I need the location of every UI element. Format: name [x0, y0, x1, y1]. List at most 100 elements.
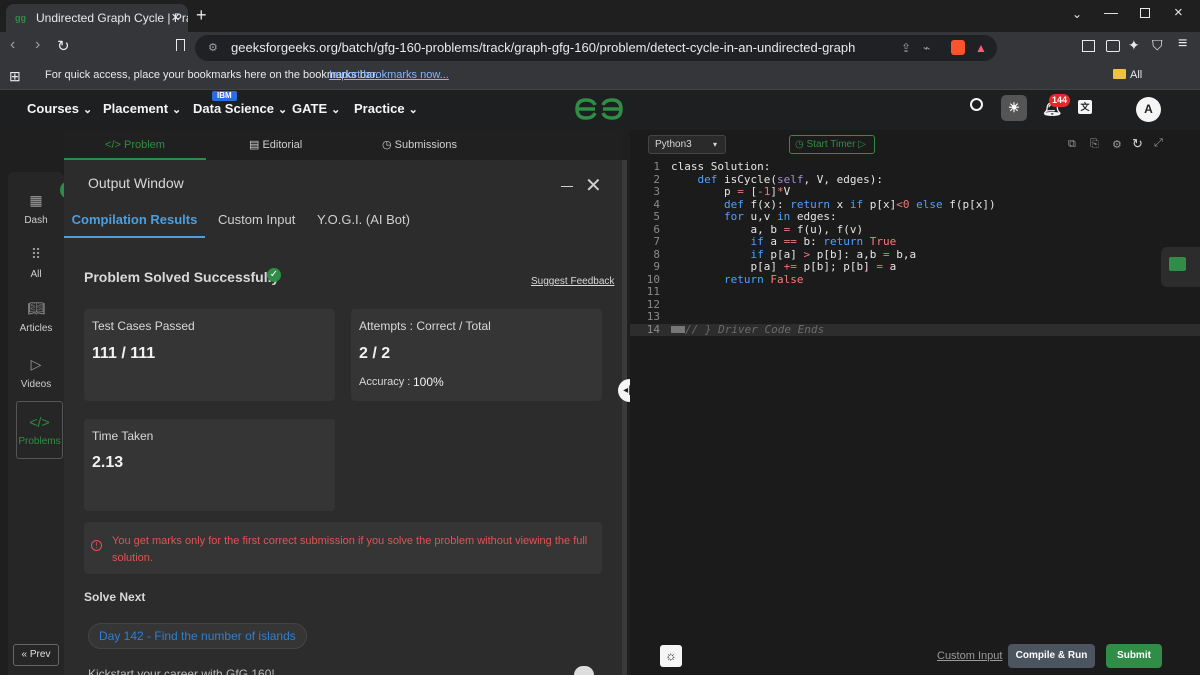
window-close-icon[interactable]: × [1174, 4, 1183, 21]
site-info-icon[interactable]: ⚙ [208, 35, 218, 61]
browser-tab-bar: ɡɡ Undirected Graph Cycle | Practi × + ⌄… [0, 0, 1200, 32]
line-number: 11 [646, 285, 660, 298]
nav-data-science[interactable]: Data Science ⌄ [193, 101, 287, 116]
menu-icon[interactable]: ≡ [1178, 35, 1187, 53]
suggest-feedback-link[interactable]: Suggest Feedback [531, 276, 614, 287]
sidebar-item-dash[interactable]: ▦ Dash [8, 192, 64, 226]
sidebar-item-videos[interactable]: ▷ Videos [8, 356, 64, 390]
start-timer-label: Start Timer [806, 139, 856, 150]
compile-run-button[interactable]: Compile & Run [1008, 644, 1095, 668]
minimize-icon[interactable]: — [1104, 4, 1118, 20]
tab-submissions-label: Submissions [394, 139, 458, 151]
tab-problem[interactable]: </> Problem [64, 130, 206, 160]
play-icon: ▷ [858, 139, 866, 150]
kickstart-banner: Kickstart your career with GfG 160! [88, 667, 293, 675]
line-number: 13 [646, 310, 660, 323]
tab-editorial[interactable]: ▤ Editorial [249, 130, 302, 160]
reset-icon[interactable]: ↻ [1132, 136, 1143, 152]
file-icon[interactable]: ⎘ [1090, 138, 1099, 151]
vpn-shield-icon[interactable]: ⛉ [1152, 37, 1163, 54]
scroll-top-icon[interactable] [574, 666, 594, 675]
grid-icon: ⠿ [30, 246, 42, 262]
line-number: 3 [653, 185, 660, 198]
sidebar-item-articles[interactable]: 📖︎ Articles [8, 300, 64, 334]
brave-rewards-icon[interactable]: ▲ [975, 35, 987, 61]
translate-icon[interactable]: 文 [1078, 100, 1092, 114]
nav-practice[interactable]: Practice ⌄ [354, 101, 418, 116]
nav-placement[interactable]: Placement ⌄ [103, 101, 181, 116]
language-select[interactable]: Python3 ▾ [648, 135, 726, 154]
settings-icon[interactable]: ⚙ [1112, 138, 1122, 151]
tab-custom-input[interactable]: Custom Input [218, 205, 295, 238]
sidebar-item-label: Problems [18, 436, 61, 447]
dashboard-icon: ▦ [29, 192, 43, 208]
fold-marker-icon[interactable] [671, 326, 685, 333]
browser-tab[interactable]: ɡɡ Undirected Graph Cycle | Practi × [6, 4, 188, 32]
tab-close-icon[interactable]: × [171, 4, 180, 32]
tab-compilation-results[interactable]: Compilation Results [64, 205, 205, 238]
output-window: Output Window ✕ Compilation Results Cust… [64, 160, 622, 675]
sidebar-item-label: Videos [20, 379, 52, 390]
leo-ai-icon[interactable]: ✦ [1128, 37, 1140, 54]
nav-courses[interactable]: Courses ⌄ [27, 101, 92, 116]
line-number: 9 [653, 260, 660, 273]
bookmark-icon[interactable] [176, 39, 185, 51]
rss-icon[interactable]: ⌁ [923, 35, 930, 61]
new-tab-icon[interactable]: + [196, 5, 207, 26]
nav-placement-label: Placement [103, 101, 169, 116]
folder-icon [1113, 69, 1126, 79]
code-editor-panel: Python3 ▾ ◷ Start Timer ▷ ⧉ ⎘ ⚙ ↻ ⤢ 1 cla… [630, 130, 1200, 675]
chevron-down-icon: ⌄ [83, 104, 93, 116]
warning-text: You get marks only for the first correct… [112, 535, 588, 564]
tab-yogi-bot[interactable]: Y.O.G.I. (AI Bot) [317, 205, 410, 238]
fullscreen-icon[interactable]: ⤢ [1154, 137, 1163, 150]
line-number: 1 [653, 160, 660, 173]
start-timer-button[interactable]: ◷ Start Timer ▷ [789, 135, 875, 154]
back-icon[interactable]: ‹ [10, 36, 15, 54]
test-cases-value: 111 / 111 [92, 345, 156, 362]
omnibox[interactable]: ⚙ geeksforgeeks.org/batch/gfg-160-proble… [195, 35, 997, 61]
tab-problem-label: Problem [124, 139, 165, 151]
brave-shields-icon[interactable] [951, 40, 965, 55]
tab-editorial-label: Editorial [262, 139, 303, 151]
avatar[interactable]: A [1136, 97, 1161, 122]
code-area[interactable]: 1 class Solution: 2 def isCycle(self, V, … [630, 160, 1200, 341]
play-icon: ▷ [30, 356, 42, 372]
next-problem-link[interactable]: Day 142 - Find the number of islands [88, 623, 307, 649]
apps-grid-icon[interactable]: ⊞ [9, 63, 21, 89]
line-number: 5 [653, 210, 660, 223]
nav-courses-label: Courses [27, 101, 80, 116]
gfg-logo-icon[interactable] [574, 96, 624, 122]
output-window-title: Output Window [88, 175, 184, 191]
reload-icon[interactable]: ↻ [57, 37, 70, 55]
sidebar-toggle-icon[interactable] [1082, 40, 1095, 52]
share-icon[interactable]: ⇪ [901, 35, 911, 61]
tab-search-chevron-icon[interactable]: ⌄ [1072, 7, 1082, 21]
forward-icon[interactable]: › [35, 36, 40, 54]
copy-icon[interactable]: ⧉ [1068, 138, 1076, 151]
wallet-icon[interactable] [1106, 40, 1120, 52]
close-panel-icon[interactable]: ✕ [585, 173, 602, 198]
sidebar-item-label: Dash [24, 215, 48, 226]
minimize-panel-icon[interactable] [561, 186, 573, 187]
chat-icon[interactable] [1169, 257, 1186, 271]
attempts-value: 2 / 2 [359, 345, 391, 362]
tab-submissions[interactable]: ◷ Submissions [382, 130, 457, 160]
nav-gate[interactable]: GATE ⌄ [292, 101, 340, 116]
status-text: Problem Solved Successfully [84, 269, 280, 285]
attempts-label: Attempts : Correct / Total [359, 319, 491, 333]
lightbulb-icon[interactable]: ☼ [660, 645, 682, 667]
nav-practice-label: Practice [354, 101, 405, 116]
chevron-down-icon: ⌄ [172, 104, 182, 116]
search-icon[interactable] [970, 98, 983, 111]
sidebar-item-problems[interactable]: </> Problems [16, 401, 63, 459]
test-cases-label: Test Cases Passed [92, 319, 195, 333]
import-bookmarks-link[interactable]: Import bookmarks now... [329, 62, 449, 88]
theme-toggle-icon[interactable]: ☀ [1001, 95, 1027, 121]
restore-icon[interactable] [1140, 8, 1150, 18]
sidebar-item-all[interactable]: ⠿ All [8, 246, 64, 280]
prev-button[interactable]: « Prev [13, 644, 59, 666]
submit-button[interactable]: Submit [1106, 644, 1162, 668]
custom-input-link[interactable]: Custom Input [937, 650, 1002, 662]
timer-icon: ◷ [795, 139, 804, 150]
